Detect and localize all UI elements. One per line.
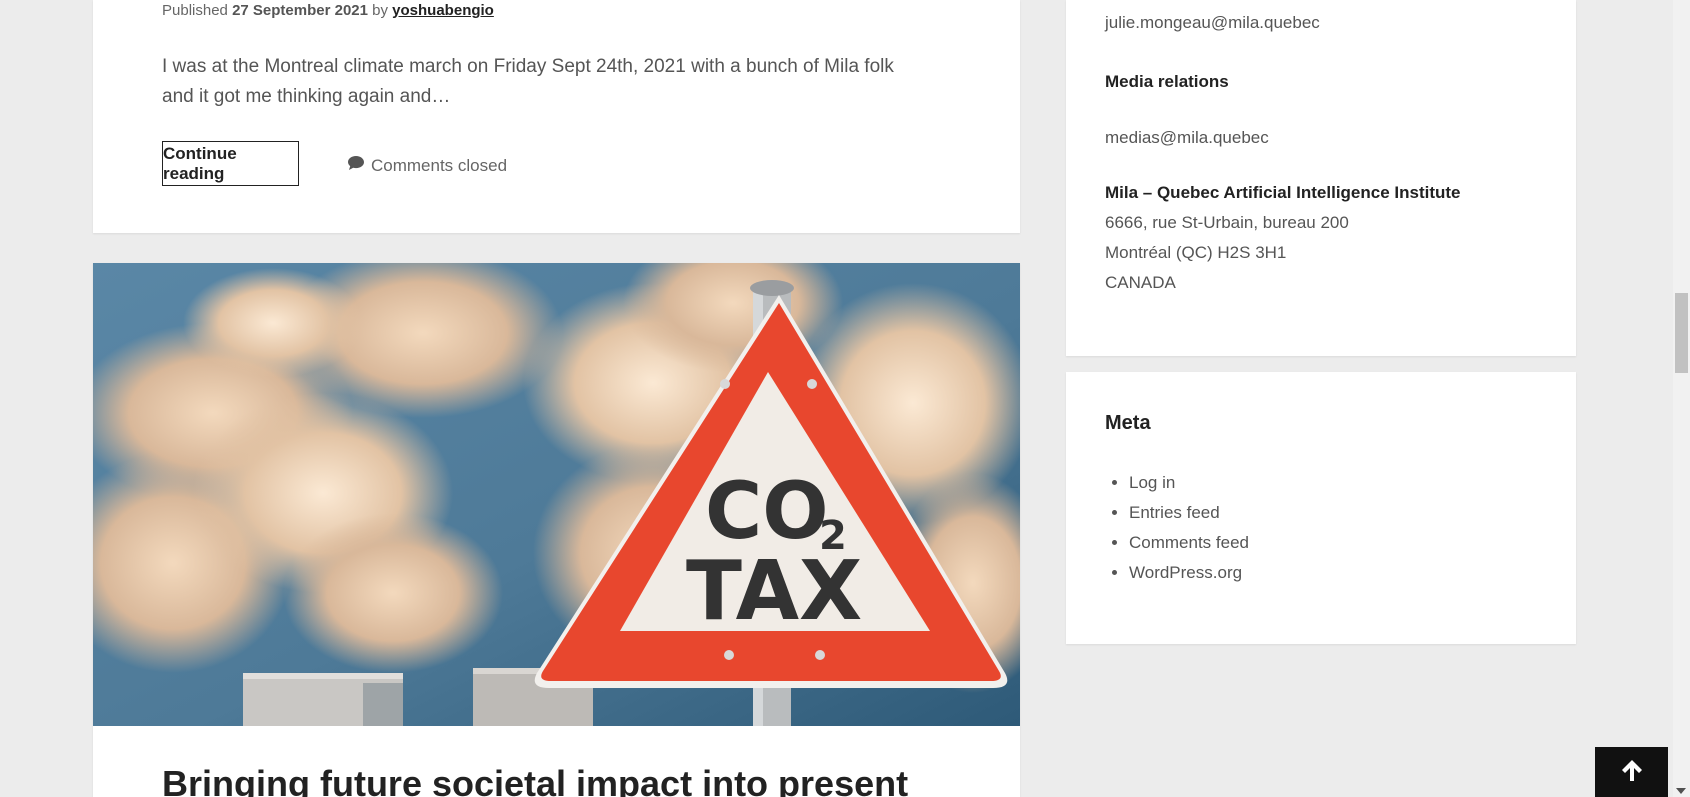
post-card-co2-tax: CO 2 TAX Bringing future societal impact… [93,263,1020,797]
arrow-up-icon [1618,756,1646,789]
address-line-2: Montréal (QC) H2S 3H1 [1105,243,1287,262]
sign-text-tax: TAX [686,544,862,639]
meta-link-wordpress-org[interactable]: WordPress.org [1129,558,1249,588]
meta-link-comments-feed[interactable]: Comments feed [1129,528,1249,558]
meta-widget: Meta Log in Entries feed Comments feed W… [1066,372,1576,644]
scroll-down-arrow-icon[interactable] [1676,788,1686,794]
post-card-climate-march: Published 27 September 2021 by yoshuaben… [93,0,1020,233]
contact-widget: julie.mongeau@mila.quebec Media relation… [1066,0,1576,356]
featured-image[interactable]: CO 2 TAX [93,263,1020,726]
address-line-3: CANADA [1105,273,1176,292]
media-email-link[interactable]: medias@mila.quebec [1105,128,1269,148]
scrollbar-thumb[interactable] [1675,293,1688,373]
meta-author-link[interactable]: yoshuabengio [392,2,494,19]
contact-email-link[interactable]: julie.mongeau@mila.quebec [1105,13,1320,33]
comments-status: Comments closed [347,155,507,176]
post-excerpt: I was at the Montreal climate march on F… [162,56,894,107]
meta-by-label: by [372,2,388,19]
address-line-1: 6666, rue St-Urbain, bureau 200 [1105,213,1349,232]
media-relations-heading: Media relations [1105,72,1229,91]
org-name: Mila – Quebec Artificial Intelligence In… [1105,183,1461,202]
post-title[interactable]: Bringing future societal impact into pre… [162,763,908,797]
speech-bubble-icon [347,155,365,176]
post-meta: Published 27 September 2021 by yoshuaben… [162,2,494,19]
meta-link-log-in[interactable]: Log in [1129,468,1249,498]
meta-published-label: Published [162,2,228,19]
continue-reading-button[interactable]: Continue reading [162,141,299,186]
meta-date: 27 September 2021 [232,2,368,19]
meta-link-entries-feed[interactable]: Entries feed [1129,498,1249,528]
page-scrollbar[interactable] [1673,0,1690,797]
back-to-top-button[interactable] [1595,747,1668,797]
meta-widget-title: Meta [1105,412,1151,434]
meta-links-list: Log in Entries feed Comments feed WordPr… [1105,468,1249,588]
comments-closed-label: Comments closed [371,155,508,175]
